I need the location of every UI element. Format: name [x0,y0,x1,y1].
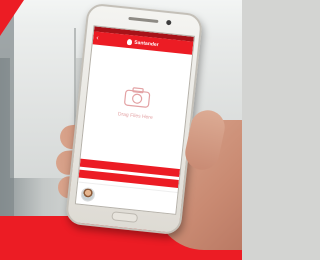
contact-card[interactable] [75,181,178,215]
upload-prompt: Drag Files Here [117,111,154,121]
phone-earpiece [128,16,159,24]
camera-icon[interactable] [122,85,152,110]
flame-icon [127,38,133,45]
smartphone: ‹ Santander Drag Files Here [64,2,204,236]
brand-logo: Santander [127,38,159,48]
home-button[interactable] [111,211,139,223]
avatar [80,186,96,203]
photo-scene: ‹ Santander Drag Files Here [0,0,242,260]
phone-screen: ‹ Santander Drag Files Here [74,25,196,215]
helper-text [82,146,181,156]
brand-name: Santander [133,39,159,48]
back-arrow-icon[interactable]: ‹ [96,33,99,44]
phone-front-camera [166,19,172,26]
